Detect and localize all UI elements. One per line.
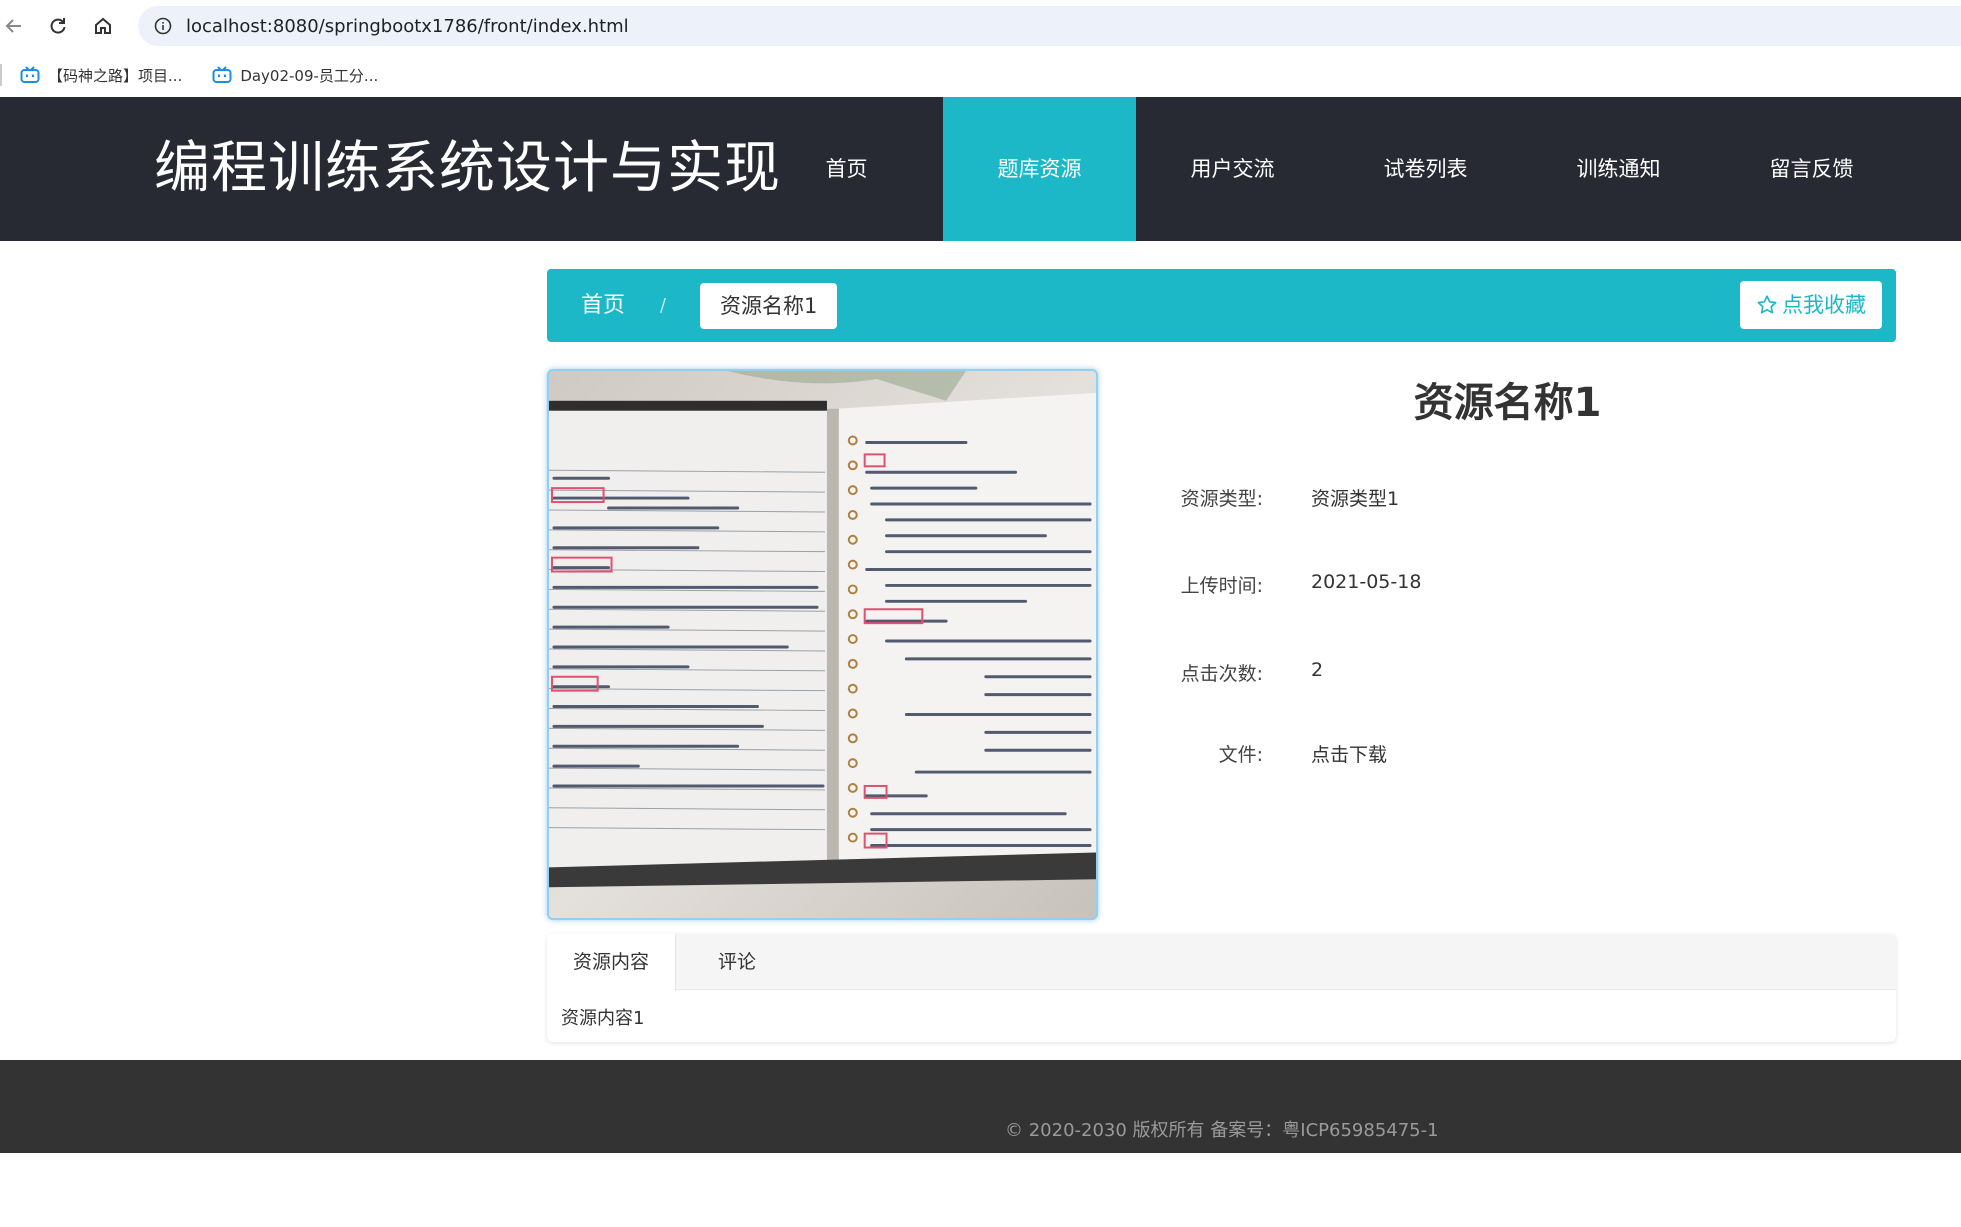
- info-value: 2: [1311, 659, 1324, 681]
- url-text[interactable]: localhost:8080/springbootx1786/front/ind…: [186, 16, 629, 37]
- info-label: 资源类型:: [1180, 488, 1263, 510]
- back-icon[interactable]: [0, 6, 34, 46]
- nav-item-question-bank[interactable]: 题库资源: [943, 97, 1136, 241]
- info-icon[interactable]: [154, 17, 172, 35]
- bilibili-icon: [212, 66, 232, 83]
- main-nav: 首页 题库资源 用户交流 试卷列表 训练通知 留言反馈: [750, 97, 1908, 241]
- bilibili-icon: [20, 66, 40, 83]
- site-header: 编程训练系统设计与实现 首页 题库资源 用户交流 试卷列表 训练通知 留言反馈: [0, 97, 1961, 241]
- info-value: 2021-05-18: [1311, 571, 1422, 593]
- bookmark-label: Day02-09-员工分...: [240, 66, 379, 85]
- reload-icon[interactable]: [38, 6, 78, 46]
- nav-item-home[interactable]: 首页: [750, 97, 943, 241]
- site-title: 编程训练系统设计与实现: [154, 136, 781, 201]
- tab-content: 资源内容1: [561, 1008, 645, 1029]
- home-icon[interactable]: [83, 6, 123, 46]
- tab-comments[interactable]: 评论: [692, 934, 782, 991]
- notebook-photo: [549, 371, 1096, 918]
- browser-toolbar: localhost:8080/springbootx1786/front/ind…: [0, 0, 1961, 52]
- address-bar[interactable]: localhost:8080/springbootx1786/front/ind…: [138, 6, 1961, 46]
- resource-image: [547, 369, 1098, 920]
- info-label: 上传时间:: [1180, 575, 1263, 597]
- breadcrumb-current: 资源名称1: [700, 283, 838, 329]
- download-link[interactable]: 点击下载: [1311, 740, 1387, 767]
- bookmark-label: 【码神之路】项目...: [48, 66, 183, 85]
- nav-item-user-exchange[interactable]: 用户交流: [1136, 97, 1329, 241]
- info-label: 文件:: [1218, 744, 1263, 766]
- favorite-label: 点我收藏: [1782, 293, 1866, 317]
- tab-resource-content[interactable]: 资源内容: [547, 934, 677, 991]
- info-label: 点击次数:: [1180, 663, 1263, 685]
- nav-item-training-notice[interactable]: 训练通知: [1522, 97, 1715, 241]
- tab-header: 资源内容 评论: [547, 934, 1896, 991]
- breadcrumb-home-link[interactable]: 首页: [581, 269, 625, 342]
- breadcrumb-separator: /: [660, 295, 667, 316]
- star-icon: [1757, 295, 1777, 314]
- nav-item-exam-list[interactable]: 试卷列表: [1329, 97, 1522, 241]
- resource-title: 资源名称1: [1413, 380, 1602, 426]
- bookmarks-bar: 【码神之路】项目... Day02-09-员工分...: [0, 56, 1961, 94]
- nav-item-feedback[interactable]: 留言反馈: [1715, 97, 1908, 241]
- favorite-button[interactable]: 点我收藏: [1740, 281, 1882, 329]
- info-value: 资源类型1: [1311, 488, 1400, 510]
- copyright-text: © 2020-2030 版权所有 备案号：粤ICP65985475-1: [1005, 1120, 1439, 1141]
- bookmark-item[interactable]: 【码神之路】项目...: [20, 65, 182, 86]
- content-tabs: 资源内容 评论 资源内容1: [547, 934, 1896, 1042]
- breadcrumb: 首页 / 资源名称1 点我收藏: [547, 269, 1896, 342]
- bookmarks-divider: [0, 64, 2, 86]
- site-footer: © 2020-2030 版权所有 备案号：粤ICP65985475-1: [0, 1060, 1961, 1153]
- bookmark-item[interactable]: Day02-09-员工分...: [212, 65, 378, 86]
